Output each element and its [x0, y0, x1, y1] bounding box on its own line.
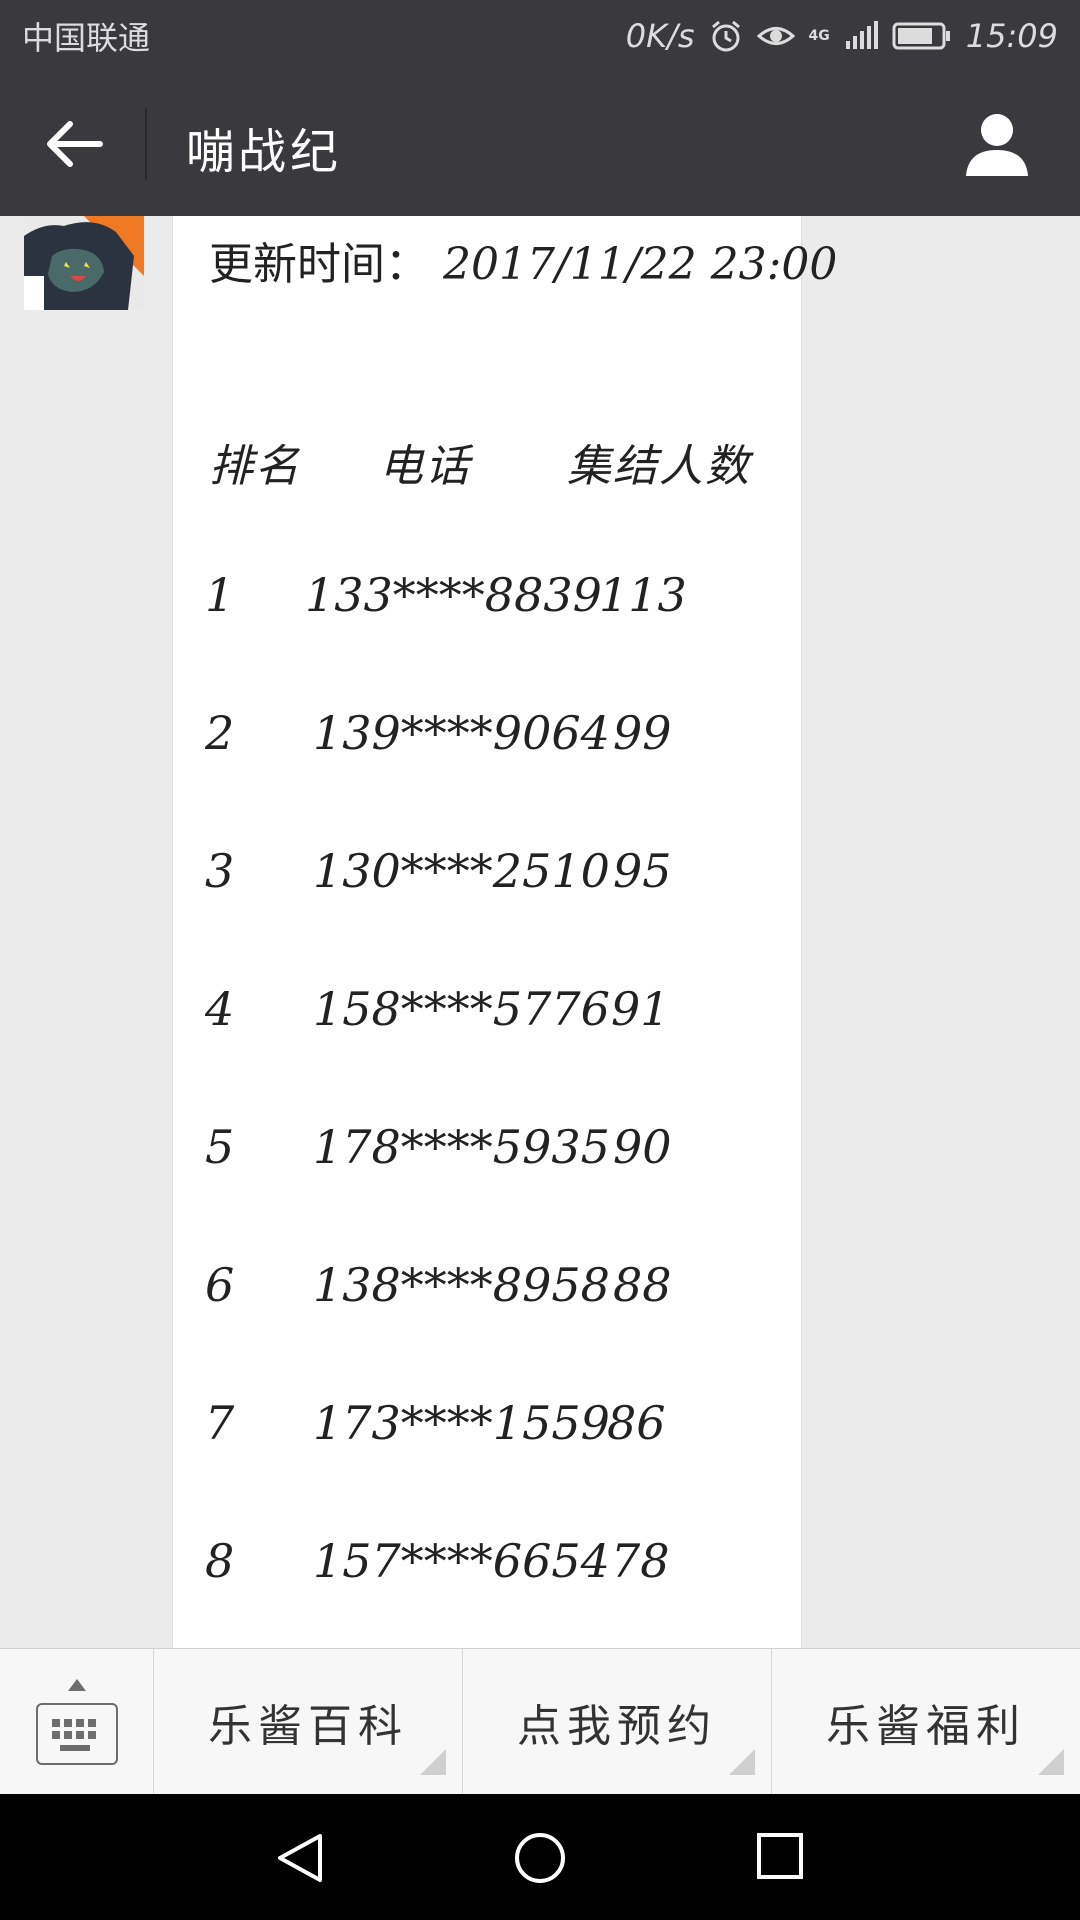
- column-header-count: 集结人数: [567, 441, 751, 492]
- menu-item-label: 乐酱福利: [826, 1701, 1026, 1752]
- phone-cell: 178****5935: [313, 1120, 610, 1174]
- message-bubble: 更新时间： 2017/11/22 23:00 排名 电话 集结人数 1 133*…: [172, 216, 837, 1648]
- alarm-icon: [711, 20, 740, 52]
- phone-cell: 139****9064: [313, 706, 610, 760]
- rank-cell: 6: [205, 1258, 235, 1312]
- back-arrow-icon[interactable]: [44, 118, 104, 170]
- table-row: 1 133****8839 113: [173, 568, 801, 628]
- phone-cell: 157****6654: [313, 1534, 610, 1588]
- menu-item-label: 点我预约: [517, 1701, 717, 1752]
- bottom-menu: 乐酱百科 点我预约 乐酱福利: [0, 1648, 1080, 1795]
- clock-time: 15:09: [965, 17, 1058, 55]
- table-row: 3 130****2510 95: [173, 844, 801, 904]
- nav-home-icon[interactable]: [514, 1832, 566, 1884]
- phone-cell: 133****8839: [305, 568, 602, 622]
- count-cell: 91: [611, 982, 670, 1036]
- count-cell: 86: [607, 1396, 666, 1450]
- count-cell: 90: [613, 1120, 672, 1174]
- table-row: 8 157****6654 78: [173, 1534, 801, 1594]
- corner-triangle-icon: [420, 1749, 446, 1775]
- nav-recents-icon[interactable]: [756, 1832, 804, 1880]
- avatar-image: [24, 216, 144, 310]
- phone-cell: 158****5776: [313, 982, 610, 1036]
- carrier-name: 中国联通: [22, 19, 151, 57]
- menu-item-booking[interactable]: 点我预约: [463, 1649, 772, 1795]
- column-header-rank: 排名: [209, 441, 301, 492]
- rank-cell: 5: [205, 1120, 235, 1174]
- network-speed: 0K/s: [625, 17, 695, 55]
- rank-cell: 1: [205, 568, 235, 622]
- keyboard-icon: [36, 1703, 118, 1765]
- count-cell: 78: [611, 1534, 670, 1588]
- system-nav-bar: [0, 1794, 1080, 1920]
- status-bar: 中国联通 0K/s 4G 15:09: [0, 0, 1080, 72]
- menu-item-label: 乐酱百科: [208, 1701, 408, 1752]
- keyboard-toggle-button[interactable]: [0, 1649, 154, 1795]
- column-header-phone: 电话: [379, 441, 471, 492]
- caret-up-icon: [68, 1679, 86, 1691]
- count-cell: 113: [599, 568, 687, 622]
- update-time: 2017/11/22 23:00: [443, 239, 838, 290]
- chat-title: 嘣战纪: [186, 124, 343, 180]
- menu-item-benefits[interactable]: 乐酱福利: [772, 1649, 1080, 1795]
- signal-icon: [845, 21, 878, 49]
- profile-icon[interactable]: [962, 110, 1032, 180]
- nav-back-icon[interactable]: [274, 1832, 324, 1884]
- corner-triangle-icon: [729, 1749, 755, 1775]
- count-cell: 88: [613, 1258, 672, 1312]
- update-line: 更新时间： 2017/11/22 23:00: [209, 228, 837, 292]
- menu-item-encyclopedia[interactable]: 乐酱百科: [154, 1649, 463, 1795]
- corner-triangle-icon: [1038, 1749, 1064, 1775]
- phone-cell: 138****8958: [313, 1258, 610, 1312]
- phone-cell: 173****1559: [313, 1396, 610, 1450]
- count-cell: 95: [613, 844, 672, 898]
- count-cell: 99: [613, 706, 672, 760]
- table-row: 4 158****5776 91: [173, 982, 801, 1042]
- phone-cell: 130****2510: [313, 844, 610, 898]
- table-row: 6 138****8958 88: [173, 1258, 801, 1318]
- table-row: 7 173****1559 86: [173, 1396, 801, 1456]
- table-row: 2 139****9064 99: [173, 706, 801, 766]
- rank-cell: 3: [205, 844, 235, 898]
- title-bar: 嘣战纪: [0, 72, 1080, 216]
- rank-cell: 7: [205, 1396, 235, 1450]
- rank-cell: 8: [205, 1534, 235, 1588]
- table-row: 5 178****5935 90: [173, 1120, 801, 1180]
- title-divider: [145, 108, 147, 180]
- status-icons: 0K/s 4G 15:09: [626, 17, 1058, 55]
- rank-cell: 4: [205, 982, 235, 1036]
- sender-avatar[interactable]: [24, 216, 144, 310]
- battery-icon: [892, 22, 950, 50]
- network-type-label: 4G: [808, 28, 830, 44]
- update-label: 更新时间：: [209, 239, 429, 290]
- rank-cell: 2: [205, 706, 235, 760]
- eye-icon: [756, 27, 795, 45]
